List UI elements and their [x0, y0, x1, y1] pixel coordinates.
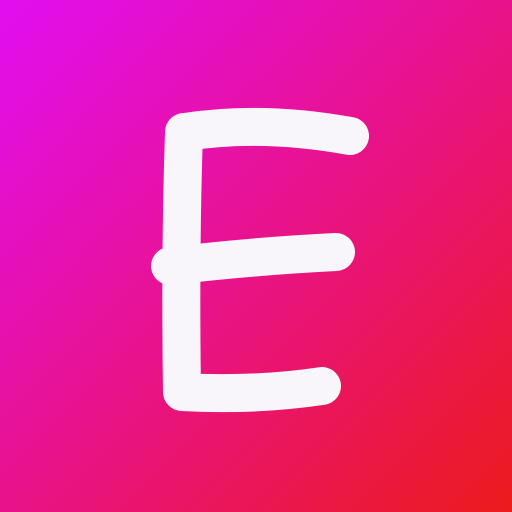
letter-top-stroke	[166, 107, 369, 155]
letter-middle-stroke	[151, 233, 355, 285]
app-icon-graphic	[0, 0, 512, 512]
app-icon	[0, 0, 512, 512]
